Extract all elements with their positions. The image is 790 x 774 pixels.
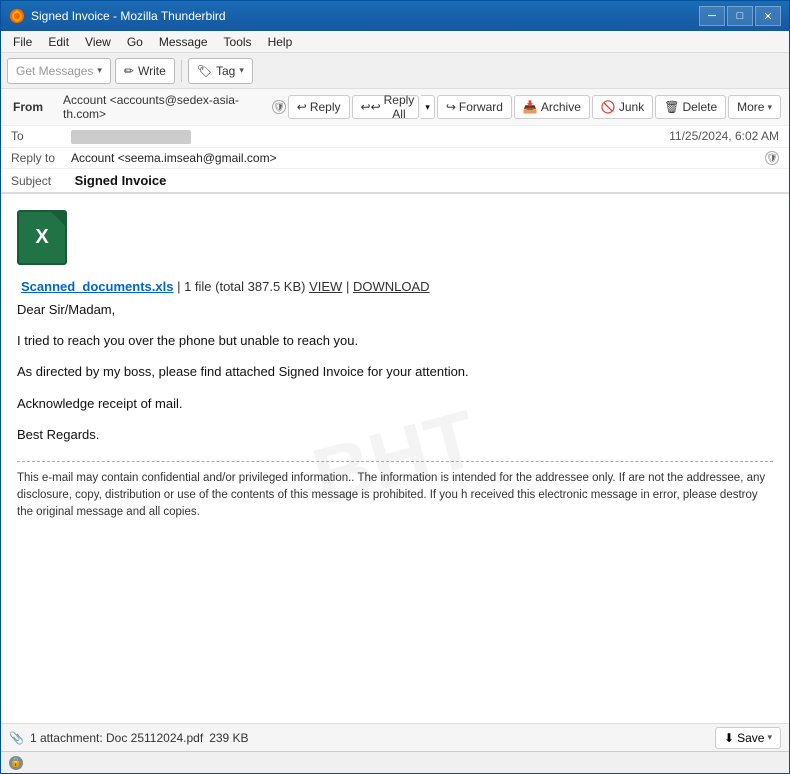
tag-button[interactable]: 🏷 Tag ▾ (188, 58, 253, 84)
pipe-separator: | (346, 279, 353, 294)
excel-x-label: X (35, 226, 48, 249)
forward-button[interactable]: ↪ Forward (437, 95, 512, 119)
body-line5: Best Regards. (17, 423, 773, 446)
more-arrow-icon: ▾ (767, 102, 772, 113)
get-messages-label: Get Messages (16, 64, 93, 78)
reply-to-label: Reply to (11, 151, 71, 165)
get-messages-arrow-icon: ▾ (97, 65, 102, 76)
forward-label: Forward (459, 100, 503, 114)
reply-icon: ↩ (297, 100, 307, 114)
title-bar: Signed Invoice - Mozilla Thunderbird ─ □… (1, 1, 789, 31)
attachment-bar-size: 239 KB (209, 731, 248, 745)
get-messages-button[interactable]: Get Messages ▾ (7, 58, 111, 84)
reply-all-icon: ↩↩ (361, 100, 381, 114)
more-button[interactable]: More ▾ (728, 95, 781, 119)
junk-label: Junk (619, 100, 644, 114)
menu-edit[interactable]: Edit (40, 33, 77, 51)
subject-value: Signed Invoice (75, 173, 167, 188)
delete-label: Delete (682, 100, 717, 114)
reply-all-label: Reply All (384, 93, 415, 121)
menu-bar: File Edit View Go Message Tools Help (1, 31, 789, 53)
archive-label: Archive (541, 100, 581, 114)
menu-file[interactable]: File (5, 33, 40, 51)
status-bar: 🔒 (1, 751, 789, 773)
save-arrow-icon: ▾ (767, 732, 772, 743)
pencil-icon: ✏ (124, 64, 134, 78)
body-line4: Acknowledge receipt of mail. (17, 392, 773, 415)
tag-arrow-icon: ▾ (239, 65, 244, 76)
security-icon[interactable]: 🛡 (272, 100, 285, 114)
menu-view[interactable]: View (77, 33, 119, 51)
write-label: Write (138, 64, 166, 78)
paperclip-icon: 📎 (9, 731, 24, 745)
view-link[interactable]: VIEW (309, 279, 342, 294)
body-line2: I tried to reach you over the phone but … (17, 329, 773, 352)
email-divider (17, 461, 773, 462)
delete-icon: 🗑 (664, 100, 679, 114)
body-line3: As directed by my boss, please find atta… (17, 360, 773, 383)
reply-to-security-icon[interactable]: 🛡 (765, 151, 779, 165)
attachment-preview: X (17, 210, 773, 265)
menu-message[interactable]: Message (151, 33, 216, 51)
email-body: BHT X Scanned_documents.xls | 1 file (to… (1, 194, 789, 723)
archive-button[interactable]: 📥 Archive (514, 95, 590, 119)
subject-row: Subject Signed Invoice (1, 169, 789, 193)
write-button[interactable]: ✏ Write (115, 58, 175, 84)
save-icon: ⬇ (724, 731, 734, 745)
action-buttons: ↩ Reply ↩↩ Reply All ▾ ↪ Forward 📥 Archi… (288, 95, 781, 119)
window-title: Signed Invoice - Mozilla Thunderbird (31, 9, 699, 23)
disclaimer-text: This e-mail may contain confidential and… (17, 470, 773, 522)
reply-to-value: Account <seema.imseah@gmail.com> (71, 151, 761, 165)
toolbar-separator (181, 60, 182, 82)
attachment-meta: | 1 file (total 387.5 KB) (177, 279, 309, 294)
app-icon (9, 8, 25, 24)
tag-label: Tag (216, 64, 235, 78)
menu-go[interactable]: Go (119, 33, 151, 51)
save-button[interactable]: ⬇ Save ▾ (715, 727, 781, 749)
menu-help[interactable]: Help (260, 33, 301, 51)
forward-icon: ↪ (446, 100, 456, 114)
toolbar: Get Messages ▾ ✏ Write 🏷 Tag ▾ (1, 53, 789, 89)
maximize-button[interactable]: □ (727, 6, 753, 26)
status-lock-icon: 🔒 (9, 756, 23, 770)
email-text-body: Dear Sir/Madam, I tried to reach you ove… (17, 298, 773, 447)
bottom-bar: 📎 1 attachment: Doc 25112024.pdf 239 KB … (1, 723, 789, 751)
reply-button[interactable]: ↩ Reply (288, 95, 350, 119)
to-row: To 11/25/2024, 6:02 AM (1, 126, 789, 148)
subject-label: Subject (11, 174, 71, 188)
email-date: 11/25/2024, 6:02 AM (669, 129, 779, 143)
from-field-label: From (9, 98, 61, 116)
to-label: To (11, 129, 71, 143)
reply-to-row: Reply to Account <seema.imseah@gmail.com… (1, 148, 789, 169)
action-bar: From Account <accounts@sedex-asia-th.com… (1, 89, 789, 126)
reply-all-dropdown[interactable]: ▾ (421, 95, 435, 119)
attachment-filename[interactable]: Scanned_documents.xls (21, 279, 173, 294)
more-label: More (737, 100, 764, 114)
tag-icon: 🏷 (197, 64, 212, 78)
junk-icon: 🚫 (601, 100, 616, 114)
junk-button[interactable]: 🚫 Junk (592, 95, 653, 119)
delete-button[interactable]: 🗑 Delete (655, 95, 726, 119)
menu-tools[interactable]: Tools (216, 33, 260, 51)
email-header: From Account <accounts@sedex-asia-th.com… (1, 89, 789, 194)
app-window: Signed Invoice - Mozilla Thunderbird ─ □… (0, 0, 790, 774)
close-button[interactable]: ✕ (755, 6, 781, 26)
attachment-info: Scanned_documents.xls | 1 file (total 38… (21, 277, 773, 298)
to-blurred (71, 130, 191, 144)
to-value (71, 129, 669, 144)
download-link[interactable]: DOWNLOAD (353, 279, 430, 294)
from-value-inline: Account <accounts@sedex-asia-th.com> (63, 93, 266, 121)
excel-icon: X (17, 210, 67, 265)
window-controls: ─ □ ✕ (699, 6, 781, 26)
save-label: Save (737, 731, 764, 745)
reply-all-button[interactable]: ↩↩ Reply All (352, 95, 420, 119)
attachment-bar-label: 1 attachment: Doc 25112024.pdf (30, 731, 203, 745)
archive-icon: 📥 (523, 100, 538, 114)
reply-label: Reply (310, 100, 341, 114)
body-line1: Dear Sir/Madam, (17, 298, 773, 321)
minimize-button[interactable]: ─ (699, 6, 725, 26)
attachment-bar-info: 📎 1 attachment: Doc 25112024.pdf 239 KB (9, 731, 715, 745)
